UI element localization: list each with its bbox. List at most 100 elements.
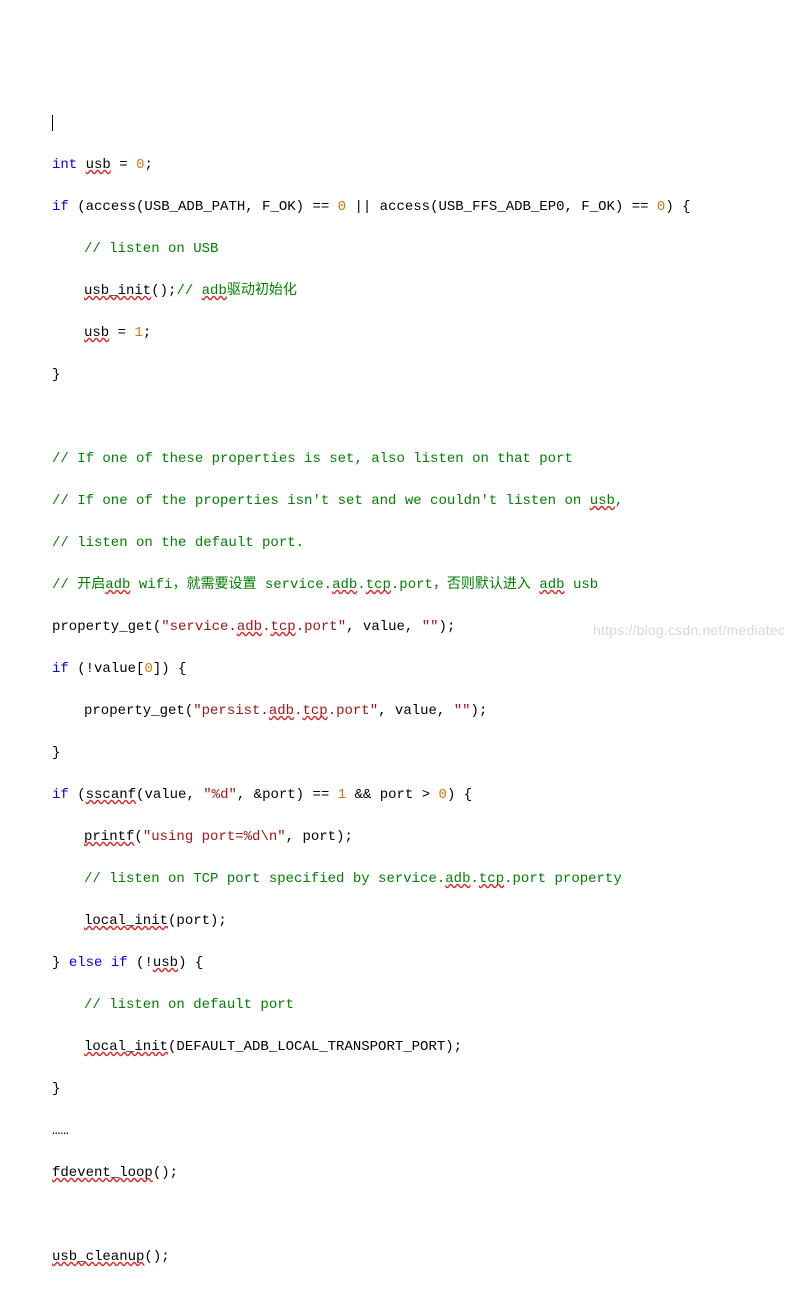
- comment: // If one of these properties is set, al…: [52, 451, 573, 467]
- paren-open: (: [69, 787, 86, 803]
- string: "using port=%d\n": [143, 829, 286, 845]
- fn-local-init: local_init: [84, 1039, 168, 1055]
- semi: ;: [144, 157, 152, 173]
- call: (port);: [168, 913, 227, 929]
- fn-fdevent-loop: fdevent_loop: [52, 1165, 153, 1181]
- num-one: 1: [134, 325, 142, 341]
- str-tcp: tcp: [270, 619, 295, 635]
- code-line: if (access(USB_ADB_PATH, F_OK) == 0 || a…: [20, 197, 777, 218]
- dot: .: [357, 577, 365, 593]
- comment-tail: 驱动初始化: [227, 283, 297, 299]
- comment-a: // If one of the properties isn't set an…: [52, 493, 590, 509]
- code-line: }: [20, 743, 777, 764]
- args-b: , &port) ==: [237, 787, 338, 803]
- code-line: if (sscanf(value, "%d", &port) == 1 && p…: [20, 785, 777, 806]
- comment-b: .port property: [504, 871, 622, 887]
- code-line: // listen on TCP port specified by servi…: [20, 869, 777, 890]
- str-b: .port": [328, 703, 378, 719]
- code-line: // listen on the default port.: [20, 533, 777, 554]
- num-one: 1: [338, 787, 346, 803]
- args: , value,: [378, 703, 454, 719]
- brace-close: }: [52, 1081, 60, 1097]
- comment-adb: adb: [332, 577, 357, 593]
- cond: && port >: [346, 787, 438, 803]
- code-line: property_get("persist.adb.tcp.port", val…: [20, 701, 777, 722]
- string-empty: "": [422, 619, 439, 635]
- code-line: usb_cleanup();: [20, 1247, 777, 1268]
- comment-a: // listen on TCP port specified by servi…: [84, 871, 445, 887]
- string-fmt: "%d": [203, 787, 237, 803]
- args-b: , port);: [286, 829, 353, 845]
- ident-usb: usb: [84, 325, 109, 341]
- access-pre: (access(USB_ADB_PATH, F_OK) ==: [69, 199, 338, 215]
- cond-a: (!value[: [69, 661, 145, 677]
- dot: .: [470, 871, 478, 887]
- block-open: ) {: [665, 199, 690, 215]
- call: ();: [144, 1249, 169, 1265]
- str-tcp: tcp: [302, 703, 327, 719]
- fn-property-get: property_get(: [52, 619, 161, 635]
- code-line: // 开启adb wifi，就需要设置 service.adb.tcp.port…: [20, 575, 777, 596]
- code-line: // listen on USB: [20, 239, 777, 260]
- str-adb: adb: [269, 703, 294, 719]
- ellipsis: ……: [52, 1123, 69, 1139]
- code-line: // listen on default port: [20, 995, 777, 1016]
- cond-a: (!: [128, 955, 153, 971]
- str-a: "service.: [161, 619, 237, 635]
- call-end: );: [439, 619, 456, 635]
- comment-adb: adb: [105, 577, 130, 593]
- brace-close: }: [52, 367, 60, 383]
- call: ();: [151, 283, 176, 299]
- code-line: // If one of the properties isn't set an…: [20, 491, 777, 512]
- cond-b: ]) {: [153, 661, 187, 677]
- code-line: [20, 113, 777, 134]
- code-line: usb_init();// adb驱动初始化: [20, 281, 777, 302]
- num-zero: 0: [144, 661, 152, 677]
- comment-usb: usb: [590, 493, 615, 509]
- str-adb: adb: [237, 619, 262, 635]
- code-line: // If one of these properties is set, al…: [20, 449, 777, 470]
- code-line: [20, 407, 777, 428]
- block-open: ) {: [447, 787, 472, 803]
- ident-usb: usb: [153, 955, 178, 971]
- space: [102, 955, 110, 971]
- comment-tcp: tcp: [479, 871, 504, 887]
- comment-tcp: tcp: [366, 577, 391, 593]
- keyword-else: else: [69, 955, 103, 971]
- fn-usb-cleanup: usb_cleanup: [52, 1249, 144, 1265]
- paren-open: (: [134, 829, 142, 845]
- fn-usb-init: usb_init: [84, 283, 151, 299]
- op-eq: =: [109, 325, 134, 341]
- code-line: local_init(port);: [20, 911, 777, 932]
- op-eq: =: [111, 157, 136, 173]
- code-line: printf("using port=%d\n", port);: [20, 827, 777, 848]
- string-empty: "": [454, 703, 471, 719]
- comment-adb: adb: [445, 871, 470, 887]
- comment-b: ,: [615, 493, 623, 509]
- dot: .: [294, 703, 302, 719]
- code-line: int usb = 0;: [20, 155, 777, 176]
- call: ();: [153, 1165, 178, 1181]
- comment-adb: adb: [202, 283, 227, 299]
- code-line: [20, 1205, 777, 1226]
- code-line: } else if (!usb) {: [20, 953, 777, 974]
- comment-cn-b: wifi，就需要设置 service.: [130, 577, 332, 593]
- call: (DEFAULT_ADB_LOCAL_TRANSPORT_PORT);: [168, 1039, 462, 1055]
- code-line: local_init(DEFAULT_ADB_LOCAL_TRANSPORT_P…: [20, 1037, 777, 1058]
- code-line: }: [20, 1079, 777, 1100]
- comment: // listen on default port: [84, 997, 294, 1013]
- code-block: int usb = 0; if (access(USB_ADB_PATH, F_…: [20, 92, 777, 1306]
- comment-cn-c: .port，否则默认进入: [391, 577, 539, 593]
- ident-usb: usb: [86, 157, 111, 173]
- keyword-int: int: [52, 157, 77, 173]
- keyword-if: if: [52, 199, 69, 215]
- args-a: (value,: [136, 787, 203, 803]
- semi: ;: [143, 325, 151, 341]
- brace-close: }: [52, 955, 69, 971]
- brace-close: }: [52, 745, 60, 761]
- cond-b: ) {: [178, 955, 203, 971]
- keyword-if: if: [52, 661, 69, 677]
- comment-usb-tail: usb: [565, 577, 599, 593]
- fn-printf: printf: [84, 829, 134, 845]
- comment: // If one of the properties isn't set an…: [52, 493, 623, 509]
